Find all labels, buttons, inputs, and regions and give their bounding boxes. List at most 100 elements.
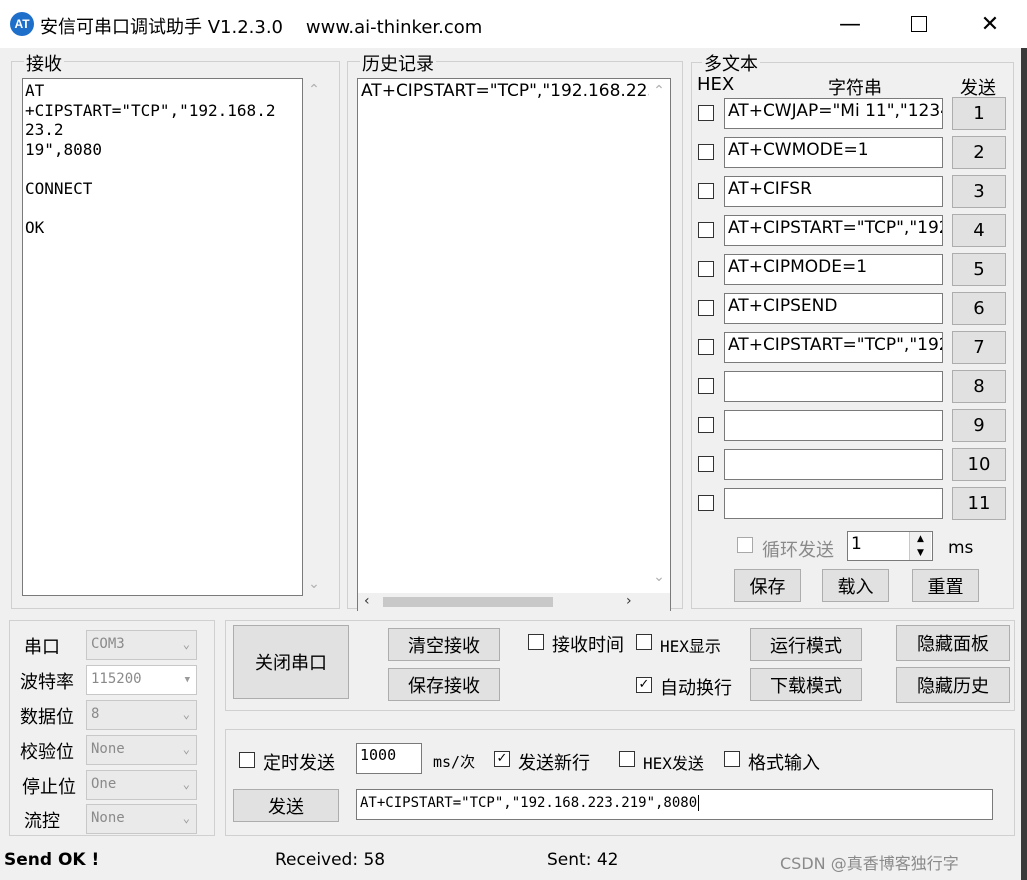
scroll-right-icon[interactable]: › xyxy=(626,593,632,609)
send-newline-checkbox[interactable]: ✓ xyxy=(494,751,510,767)
stop-bits-select[interactable]: One ⌄ xyxy=(86,770,197,800)
hex-row-checkbox[interactable] xyxy=(698,456,714,472)
history-scroll-up-icon[interactable]: ⌃ xyxy=(650,83,668,99)
load-multi-button[interactable]: 载入 xyxy=(822,569,889,602)
hex-row-checkbox[interactable] xyxy=(698,261,714,277)
hex-row-checkbox[interactable] xyxy=(698,144,714,160)
scroll-left-icon[interactable]: ‹ xyxy=(364,593,370,609)
multi-text-input[interactable] xyxy=(724,449,943,480)
stop-bits-label: 停止位 xyxy=(22,777,76,798)
baud-label: 波特率 xyxy=(20,672,74,693)
loop-send-label: 循环发送 xyxy=(762,540,834,561)
send-input[interactable]: AT+CIPSTART="TCP","192.168.223.219",8080 xyxy=(356,789,993,820)
parity-select[interactable]: None ⌄ xyxy=(86,735,197,765)
close-port-button[interactable]: 关闭串口 xyxy=(233,625,349,699)
scroll-up-icon[interactable]: ⌃ xyxy=(305,82,323,98)
loop-interval-spinner[interactable]: ▲ ▼ xyxy=(909,532,931,560)
hex-display-label: HEX显示 xyxy=(660,637,721,656)
hex-column-header: HEX xyxy=(697,74,735,95)
multi-text-input[interactable] xyxy=(724,488,943,519)
auto-newline-checkbox[interactable]: ✓ xyxy=(636,677,652,693)
baud-select[interactable]: 115200 ▼ xyxy=(86,665,197,695)
multi-text-input[interactable]: AT+CWMODE=1 xyxy=(724,137,943,168)
multi-text-input[interactable]: AT+CIPMODE=1 xyxy=(724,254,943,285)
hex-row-checkbox[interactable] xyxy=(698,339,714,355)
scroll-down-icon[interactable]: ⌄ xyxy=(305,576,323,592)
hex-row-checkbox[interactable] xyxy=(698,300,714,316)
app-logo-icon: AT xyxy=(10,12,34,36)
multi-text-input[interactable]: AT+CWJAP="Mi 11","1234 xyxy=(724,98,943,129)
history-list[interactable]: AT+CIPSTART="TCP","192.168.223 ⌃ ⌄ ‹ › xyxy=(357,78,671,611)
download-mode-button[interactable]: 下载模式 xyxy=(750,668,862,701)
multi-text-label: 多文本 xyxy=(702,50,760,76)
parity-label: 校验位 xyxy=(20,742,74,763)
multi-send-button-8[interactable]: 8 xyxy=(952,370,1006,403)
hex-row-checkbox[interactable] xyxy=(698,183,714,199)
chevron-down-icon: ⌄ xyxy=(182,637,190,651)
format-input-label: 格式输入 xyxy=(748,753,820,774)
multi-send-button-6[interactable]: 6 xyxy=(952,292,1006,325)
save-multi-button[interactable]: 保存 xyxy=(734,569,801,602)
hex-row-checkbox[interactable] xyxy=(698,378,714,394)
loop-unit-label: ms xyxy=(948,538,974,558)
multi-send-button-7[interactable]: 7 xyxy=(952,331,1006,364)
data-bits-label: 数据位 xyxy=(20,707,74,728)
timed-interval-unit: ms/次 xyxy=(433,753,476,771)
multi-text-input[interactable]: AT+CIFSR xyxy=(724,176,943,207)
hex-row-checkbox[interactable] xyxy=(698,222,714,238)
dropdown-arrow-icon: ▼ xyxy=(184,675,190,685)
port-label: 串口 xyxy=(24,637,60,658)
timed-interval-input[interactable]: 1000 xyxy=(356,743,422,774)
hide-history-button[interactable]: 隐藏历史 xyxy=(896,667,1010,703)
chevron-down-icon: ⌄ xyxy=(182,742,190,756)
receive-time-checkbox[interactable] xyxy=(528,634,544,650)
multi-send-button-1[interactable]: 1 xyxy=(952,97,1006,130)
reset-multi-button[interactable]: 重置 xyxy=(912,569,979,602)
multi-send-button-3[interactable]: 3 xyxy=(952,175,1006,208)
receive-time-label: 接收时间 xyxy=(552,635,624,656)
format-input-checkbox[interactable] xyxy=(724,751,740,767)
auto-newline-label: 自动换行 xyxy=(660,678,732,699)
window-title: 安信可串口调试助手 V1.2.3.0 www.ai-thinker.com xyxy=(40,17,483,38)
multi-text-input[interactable] xyxy=(724,410,943,441)
hex-row-checkbox[interactable] xyxy=(698,417,714,433)
multi-send-button-5[interactable]: 5 xyxy=(952,253,1006,286)
data-bits-select[interactable]: 8 ⌄ xyxy=(86,700,197,730)
chevron-down-icon: ⌄ xyxy=(182,707,190,721)
receive-scrollbar[interactable]: ⌃ ⌄ xyxy=(305,78,323,596)
status-bar: Send OK ! Received: 58 Sent: 42 CSDN @真香… xyxy=(0,846,1021,876)
save-receive-button[interactable]: 保存接收 xyxy=(388,668,500,701)
history-hscrollbar[interactable]: ‹ › xyxy=(358,593,670,611)
receive-textarea[interactable]: AT +CIPSTART="TCP","192.168.2 23.2 19",8… xyxy=(22,78,303,596)
run-mode-button[interactable]: 运行模式 xyxy=(750,628,862,661)
multi-send-button-9[interactable]: 9 xyxy=(952,409,1006,442)
hex-row-checkbox[interactable] xyxy=(698,495,714,511)
multi-send-button-11[interactable]: 11 xyxy=(952,487,1006,520)
multi-send-button-4[interactable]: 4 xyxy=(952,214,1006,247)
hide-panel-button[interactable]: 隐藏面板 xyxy=(896,625,1010,661)
history-hscroll-thumb[interactable] xyxy=(383,597,553,607)
hex-display-checkbox[interactable] xyxy=(636,634,652,650)
clear-receive-button[interactable]: 清空接收 xyxy=(388,628,500,661)
multi-send-button-2[interactable]: 2 xyxy=(952,136,1006,169)
multi-text-input[interactable]: AT+CIPSTART="TCP","192 xyxy=(724,332,943,363)
history-label: 历史记录 xyxy=(360,50,436,76)
multi-text-input[interactable] xyxy=(724,371,943,402)
send-button[interactable]: 发送 xyxy=(233,789,339,822)
multi-send-button-10[interactable]: 10 xyxy=(952,448,1006,481)
minimize-icon[interactable]: — xyxy=(815,0,885,48)
multi-text-input[interactable]: AT+CIPSTART="TCP","192 xyxy=(724,215,943,246)
close-icon[interactable]: ✕ xyxy=(955,0,1025,48)
multi-text-input[interactable]: AT+CIPSEND xyxy=(724,293,943,324)
timed-send-checkbox[interactable] xyxy=(239,752,255,768)
hex-send-checkbox[interactable] xyxy=(619,751,635,767)
history-scroll-down-icon[interactable]: ⌄ xyxy=(650,569,668,585)
flow-control-select[interactable]: None ⌄ xyxy=(86,804,197,834)
timed-send-label: 定时发送 xyxy=(263,753,335,774)
hex-row-checkbox[interactable] xyxy=(698,105,714,121)
port-select[interactable]: COM3 ⌄ xyxy=(86,630,197,660)
loop-send-checkbox[interactable] xyxy=(737,537,753,553)
history-item[interactable]: AT+CIPSTART="TCP","192.168.223 xyxy=(361,81,649,101)
flow-control-label: 流控 xyxy=(24,811,60,832)
maximize-icon[interactable] xyxy=(884,0,954,48)
